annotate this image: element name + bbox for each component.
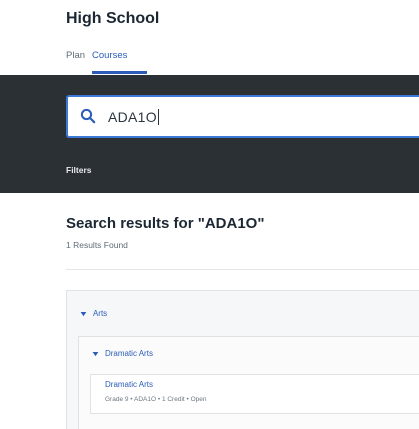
subgroup-toggle-dramatic-arts[interactable]: ▼ Dramatic Arts [90,349,153,358]
group-toggle-arts[interactable]: ▼ Arts [78,309,108,318]
active-tab-indicator [92,71,147,74]
tab-courses[interactable]: Courses [92,50,127,61]
search-input[interactable]: ADA1O [66,95,419,138]
page-header: High School Plan Courses [0,0,419,75]
results-title: Search results for "ADA1O" [66,215,265,232]
search-input-value[interactable]: ADA1O [108,109,159,125]
chevron-down-icon: ▼ [78,311,89,318]
text-caret [157,109,159,125]
chevron-down-icon: ▼ [90,351,101,358]
page-title: High School [66,10,160,27]
divider [66,269,419,270]
tab-plan[interactable]: Plan [66,50,85,61]
course-title-link[interactable]: Dramatic Arts [105,380,153,389]
course-meta: Grade 9 • ADA1O • 1 Credit • Open [105,396,207,403]
search-icon [80,108,96,124]
filters-label[interactable]: Filters [66,165,92,175]
results-count: 1 Results Found [66,240,128,250]
subgroup-label: Dramatic Arts [104,349,153,358]
group-label: Arts [92,309,108,318]
